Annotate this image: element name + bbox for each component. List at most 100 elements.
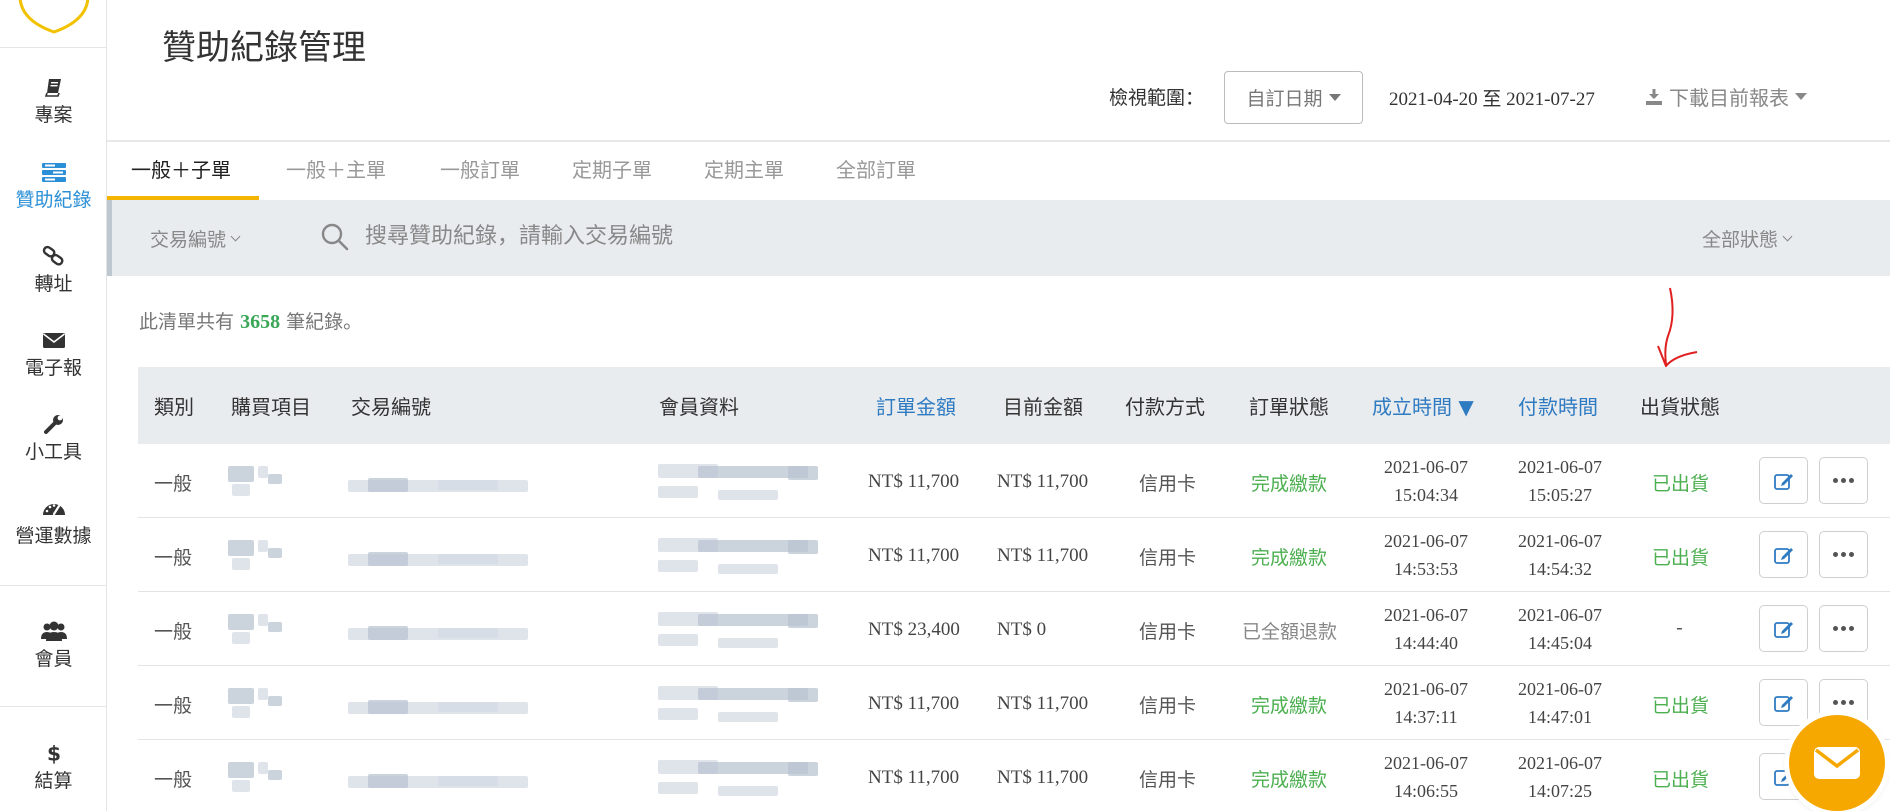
- search-field-select[interactable]: 交易編號: [150, 225, 241, 252]
- paid-clock: 14:54:32: [1527, 559, 1592, 579]
- cell-payment-method: 信用卡: [1139, 547, 1197, 569]
- edit-button[interactable]: [1759, 531, 1808, 578]
- sidebar-divider: [0, 585, 107, 586]
- tab-general-orders[interactable]: 一般訂單: [440, 154, 520, 183]
- blurred-block: [232, 558, 250, 570]
- annotation-arrow-icon: [1657, 287, 1698, 368]
- edit-button[interactable]: [1759, 679, 1808, 726]
- sidebar-item-label: 小工具: [24, 441, 82, 463]
- sidebar-item-newsletter[interactable]: 電子報: [0, 329, 107, 380]
- users-icon: [40, 621, 67, 641]
- blurred-block: [658, 486, 698, 498]
- cell-shipping-status: -: [1676, 617, 1683, 639]
- tab-recurring-main[interactable]: 定期主單: [704, 154, 784, 183]
- chat-button[interactable]: [1789, 715, 1885, 811]
- blurred-block: [258, 466, 268, 478]
- blurred-block: [368, 700, 408, 714]
- col-created-time[interactable]: 成立時間 ▼: [1372, 391, 1474, 420]
- cell-shipping-status: 已出貨: [1652, 473, 1710, 495]
- col-current-amount: 目前金額: [1003, 395, 1083, 419]
- cell-shipping-status: 已出貨: [1652, 695, 1710, 717]
- cell-paid-time: 2021-06-07 14:54:32: [1495, 527, 1625, 583]
- cell-payment-method: 信用卡: [1139, 473, 1197, 495]
- record-count-number: 3658: [240, 311, 281, 333]
- tab-recurring-sub[interactable]: 定期子單: [572, 154, 652, 183]
- list-icon: [41, 163, 66, 182]
- table-row: 一般 NT$ 23,400 NT$ 0 信用卡 已全額退款 2021-06-07 14:44…: [138, 592, 1890, 666]
- paid-clock: 15:05:27: [1527, 485, 1592, 505]
- more-options-button[interactable]: [1819, 531, 1868, 578]
- cell-type: 一般: [154, 769, 193, 791]
- sidebar-item-analytics[interactable]: 營運數據: [0, 497, 107, 548]
- sidebar-item-tools[interactable]: 小工具: [0, 413, 107, 464]
- col-paid-time[interactable]: 付款時間: [1518, 391, 1598, 420]
- more-options-button[interactable]: [1819, 457, 1868, 504]
- wrench-icon: [43, 415, 63, 434]
- sidebar-item-sponsorship[interactable]: 贊助紀錄: [0, 161, 107, 212]
- search-input[interactable]: [365, 214, 1265, 258]
- tab-general-main[interactable]: 一般＋主單: [286, 154, 386, 183]
- sidebar-divider: [0, 706, 107, 707]
- sidebar-item-projects[interactable]: 專案: [0, 76, 107, 127]
- blurred-block: [438, 480, 498, 490]
- col-items: 購買項目: [231, 395, 311, 419]
- download-icon: [1646, 88, 1662, 105]
- tab-all-orders[interactable]: 全部訂單: [836, 154, 916, 183]
- sidebar-item-label: 結算: [34, 770, 73, 792]
- sidebar-item-members[interactable]: 會員: [0, 620, 107, 671]
- edit-button[interactable]: [1759, 457, 1808, 504]
- blurred-block: [438, 702, 498, 712]
- paid-clock: 14:07:25: [1527, 781, 1592, 801]
- cell-order-status: 已全額退款: [1242, 621, 1338, 643]
- view-range-select[interactable]: 自訂日期: [1224, 71, 1363, 124]
- cell-payment-method: 信用卡: [1139, 621, 1197, 643]
- col-payment-method: 付款方式: [1125, 395, 1205, 419]
- sidebar-item-redirect[interactable]: 轉址: [0, 245, 107, 296]
- cell-order-amount: NT$ 23,400: [868, 619, 960, 640]
- edit-icon: [1773, 621, 1793, 638]
- cell-type: 一般: [154, 473, 193, 495]
- dashboard-icon: [42, 504, 65, 516]
- cell-shipping-status: 已出貨: [1652, 547, 1710, 569]
- created-date: 2021-06-07: [1384, 753, 1468, 773]
- tab-general-sub[interactable]: 一般＋子單: [131, 154, 231, 183]
- sidebar-item-settlement[interactable]: $ 結算: [0, 742, 107, 793]
- edit-button[interactable]: [1759, 605, 1808, 652]
- blurred-block: [228, 466, 254, 482]
- cell-paid-time: 2021-06-07 14:45:04: [1495, 601, 1625, 657]
- edit-icon: [1773, 695, 1793, 712]
- blurred-block: [268, 548, 282, 558]
- caret-down-icon: [1328, 94, 1341, 101]
- paid-date: 2021-06-07: [1518, 679, 1602, 699]
- cell-type: 一般: [154, 695, 193, 717]
- envelope-icon: [42, 333, 65, 348]
- cell-current-amount: NT$ 0: [997, 619, 1047, 640]
- shield-logo-icon: [18, 0, 90, 34]
- search-bar: 交易編號 全部狀態: [107, 200, 1890, 276]
- blurred-block: [368, 626, 408, 640]
- blurred-block: [658, 708, 698, 720]
- cell-payment-method: 信用卡: [1139, 695, 1197, 717]
- created-date: 2021-06-07: [1384, 679, 1468, 699]
- blurred-block: [438, 628, 498, 638]
- cell-created-time: 2021-06-07 14:06:55: [1361, 749, 1491, 805]
- paid-date: 2021-06-07: [1518, 605, 1602, 625]
- blurred-block: [718, 490, 778, 500]
- view-range-value: 自訂日期: [1246, 88, 1323, 110]
- blurred-block: [228, 762, 254, 778]
- blurred-block: [268, 770, 282, 780]
- sidebar-item-label: 贊助紀錄: [15, 189, 92, 211]
- logo[interactable]: [0, 0, 107, 48]
- sidebar-item-label: 轉址: [34, 273, 73, 295]
- col-order-amount[interactable]: 訂單金額: [876, 391, 956, 420]
- more-options-button[interactable]: [1819, 605, 1868, 652]
- cell-order-amount: NT$ 11,700: [868, 545, 960, 566]
- cell-order-status: 完成繳款: [1251, 547, 1328, 569]
- blurred-block: [658, 634, 698, 646]
- col-member-info: 會員資料: [659, 395, 739, 419]
- blurred-block: [258, 688, 268, 700]
- status-filter-select[interactable]: 全部狀態: [1702, 225, 1793, 252]
- created-date: 2021-06-07: [1384, 605, 1468, 625]
- download-report-button[interactable]: 下載目前報表: [1645, 82, 1807, 111]
- col-order-status: 訂單狀態: [1249, 395, 1329, 419]
